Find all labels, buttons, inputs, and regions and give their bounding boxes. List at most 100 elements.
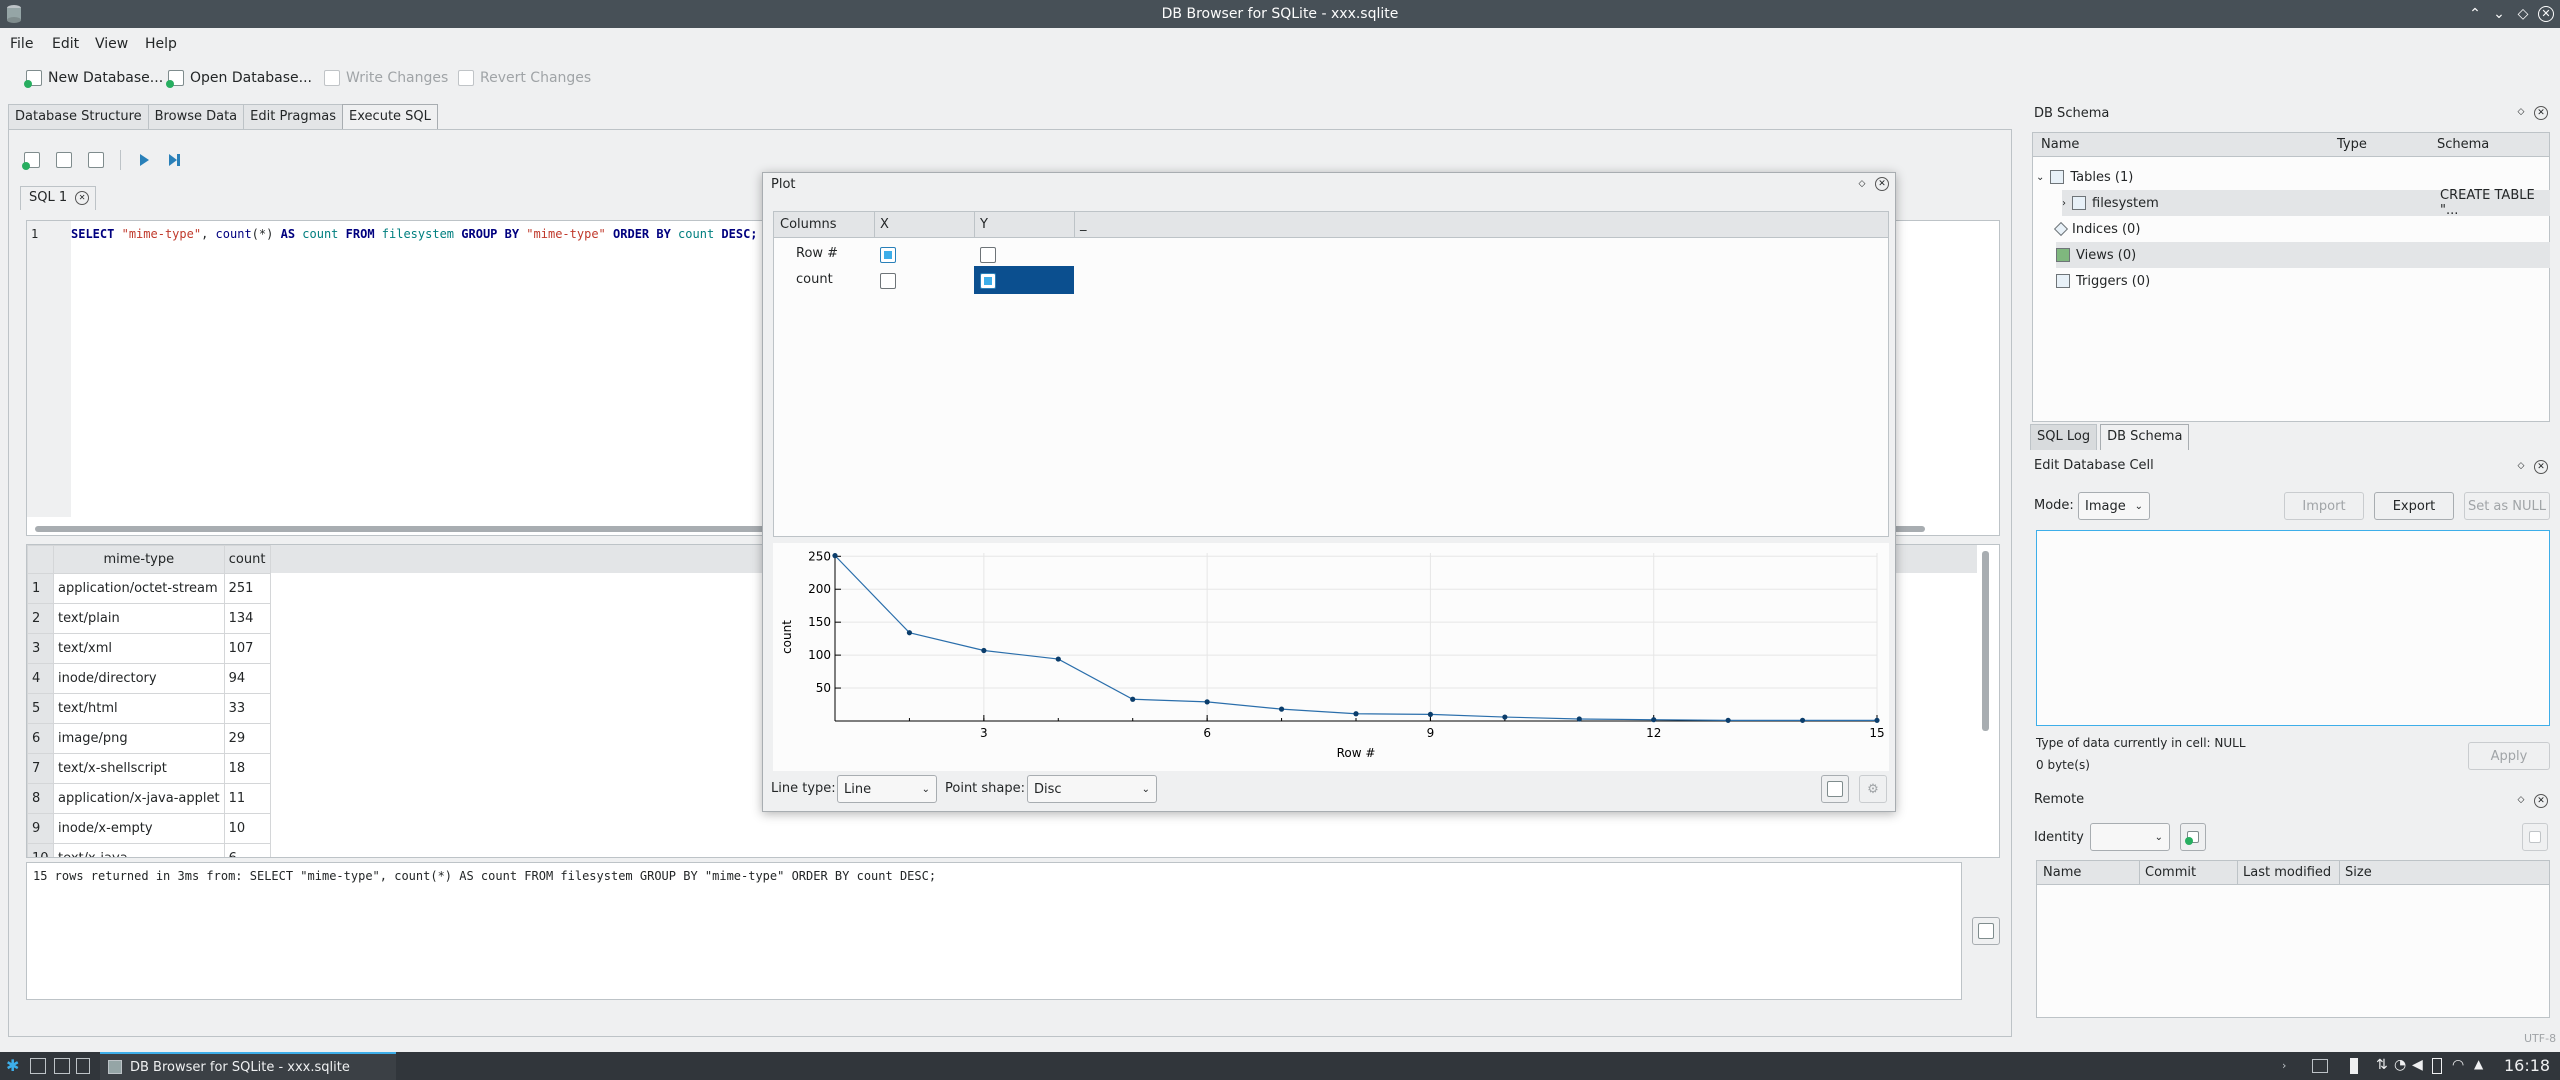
row-number[interactable]: 6 (27, 723, 54, 754)
float-icon[interactable]: ◇ (2514, 106, 2528, 120)
close-icon[interactable]: ✕ (2534, 106, 2548, 120)
save-results-button[interactable] (1972, 917, 2000, 945)
float-icon[interactable]: ◇ (2514, 794, 2528, 808)
schema-col-schema[interactable]: Schema (2437, 137, 2489, 152)
data-point[interactable] (1576, 716, 1582, 722)
cell-mime-type[interactable]: application/x-java-applet (53, 783, 225, 814)
plot-close-icon[interactable]: ✕ (1875, 177, 1889, 191)
cell-count[interactable]: 251 (223, 573, 271, 604)
rownum-x-checkbox[interactable] (880, 247, 896, 263)
point-shape-select[interactable]: Disc ⌄ (1027, 775, 1157, 803)
menu-file[interactable]: File (10, 36, 33, 52)
row-number[interactable]: 3 (27, 633, 54, 664)
tab-db-schema[interactable]: DB Schema (2100, 424, 2190, 450)
tab-sql-log[interactable]: SQL Log (2030, 424, 2098, 450)
row-number[interactable]: 8 (27, 783, 54, 814)
cell-mime-type[interactable]: text/html (53, 693, 225, 724)
add-identity-button[interactable] (2180, 823, 2206, 851)
maximize-icon[interactable]: ◇ (2514, 5, 2532, 23)
table-row[interactable]: 10text/x-java6 (27, 843, 271, 857)
data-point[interactable] (906, 630, 913, 636)
row-number[interactable]: 4 (27, 663, 54, 694)
tab-database-structure[interactable]: Database Structure (8, 104, 149, 130)
mode-select[interactable]: Image ⌄ (2078, 492, 2150, 520)
new-database-button[interactable]: New Database... (24, 66, 163, 90)
schema-col-type[interactable]: Type (2337, 137, 2367, 152)
volume-icon[interactable]: ◀ (2412, 1057, 2423, 1073)
cell-count[interactable]: 10 (223, 813, 271, 844)
close-icon[interactable]: ✕ (2534, 794, 2548, 808)
tree-indices[interactable]: Indices (0) (2053, 216, 2140, 242)
cell-count[interactable]: 29 (223, 723, 271, 754)
row-number[interactable]: 5 (27, 693, 54, 724)
table-row[interactable]: 6 image/png 29 (27, 723, 271, 754)
close-icon[interactable]: ✕ (2534, 460, 2548, 474)
data-point[interactable] (1055, 656, 1061, 662)
remote-col-last-modified[interactable]: Last modified (2243, 865, 2331, 880)
data-point[interactable] (1130, 696, 1136, 702)
row-number[interactable]: 10 (27, 843, 54, 857)
data-point[interactable] (1204, 699, 1210, 705)
col-header-columns[interactable]: Columns (780, 217, 837, 232)
open-tab-icon[interactable] (22, 152, 40, 170)
message-area[interactable]: 15 rows returned in 3ms from: SELECT "mi… (26, 862, 1962, 1000)
tree-triggers[interactable]: Triggers (0) (2056, 268, 2150, 294)
tab-browse-data[interactable]: Browse Data (147, 104, 245, 130)
open-sql-file-icon[interactable] (56, 152, 72, 168)
count-x-checkbox[interactable] (880, 273, 896, 289)
float-icon[interactable]: ◇ (2514, 460, 2528, 474)
col-header-x[interactable]: X (880, 217, 889, 232)
export-button[interactable]: Export (2374, 492, 2454, 520)
cell-count[interactable]: 94 (223, 663, 271, 694)
cell-count[interactable]: 6 (223, 843, 271, 857)
row-number[interactable]: 7 (27, 753, 54, 784)
data-point[interactable] (1725, 717, 1731, 723)
float-icon[interactable]: ◇ (1855, 178, 1869, 192)
identity-select[interactable]: ⌄ (2090, 823, 2170, 851)
wifi-icon[interactable]: ◠ (2452, 1057, 2464, 1073)
save-sql-file-icon[interactable] (88, 152, 104, 168)
data-point[interactable] (832, 553, 838, 559)
taskbar-app-item[interactable]: DB Browser for SQLite - xxx.sqlite (100, 1052, 396, 1080)
cell-count[interactable]: 107 (223, 633, 271, 664)
column-header-mime-type[interactable]: mime-type (53, 545, 225, 574)
open-database-button[interactable]: Open Database... (166, 66, 312, 90)
menu-edit[interactable]: Edit (52, 36, 79, 52)
data-point[interactable] (1502, 714, 1508, 720)
data-point[interactable] (1651, 717, 1657, 723)
import-button[interactable]: Import (2284, 492, 2364, 520)
tree-views[interactable]: Views (0) (2056, 242, 2550, 268)
series-line[interactable] (834, 555, 1877, 721)
terminal-icon[interactable]: › (2282, 1059, 2294, 1073)
vertical-scrollbar[interactable] (1982, 551, 1989, 731)
cell-count[interactable]: 18 (223, 753, 271, 784)
column-header-count[interactable]: count (223, 545, 271, 574)
tab-execute-sql[interactable]: Execute SQL (342, 104, 438, 130)
data-point[interactable] (1874, 717, 1880, 723)
table-row[interactable]: 7 text/x-shellscript 18 (27, 753, 271, 784)
cell-mime-type[interactable]: text/xml (53, 633, 225, 664)
row-number[interactable]: 9 (27, 813, 54, 844)
cell-count[interactable]: 134 (223, 603, 271, 634)
table-row[interactable]: 3 text/xml 107 (27, 633, 271, 664)
save-plot-button[interactable] (1821, 775, 1849, 803)
table-row[interactable]: 1 application/octet-stream 251 (27, 573, 271, 604)
menu-view[interactable]: View (95, 36, 128, 52)
menu-help[interactable]: Help (145, 36, 177, 52)
revert-changes-button[interactable]: Revert Changes (458, 66, 591, 90)
col-header-y[interactable]: Y (980, 217, 988, 232)
network-icon[interactable]: ⇅ (2376, 1057, 2388, 1073)
plot-options-button[interactable]: ⚙ (1859, 775, 1887, 803)
cell-mime-type[interactable]: text/plain (53, 603, 225, 634)
row-number[interactable]: 1 (27, 573, 54, 604)
tree-tables[interactable]: ⌄ Tables (1) (2036, 164, 2133, 190)
execute-all-icon[interactable] (137, 153, 151, 167)
table-row[interactable]: 8 application/x-java-applet 11 (27, 783, 271, 814)
data-point[interactable] (1427, 711, 1434, 718)
data-point[interactable] (1278, 706, 1285, 712)
cell-mime-type[interactable]: inode/directory (53, 663, 225, 694)
desktop-pager-icon[interactable] (30, 1058, 46, 1074)
rownum-y-checkbox[interactable] (980, 247, 996, 263)
file-manager-icon[interactable] (76, 1058, 90, 1074)
count-y-checkbox[interactable] (980, 273, 996, 289)
